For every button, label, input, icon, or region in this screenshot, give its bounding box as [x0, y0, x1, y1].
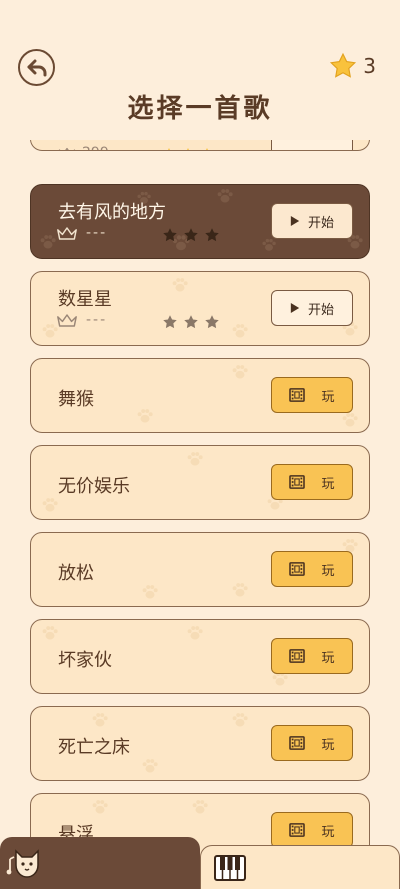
- star-icon: [200, 147, 214, 151]
- star-counter: 3: [329, 52, 376, 80]
- song-card[interactable]: 无价娱乐 玩: [30, 445, 370, 520]
- song-card[interactable]: 舞猴 玩: [30, 358, 370, 433]
- star-icon: [162, 314, 178, 330]
- song-card-partial[interactable]: 299: [30, 140, 370, 151]
- song-title: 坏家伙: [58, 650, 112, 671]
- star-icon: [181, 147, 195, 151]
- song-card[interactable]: 死亡之床 玩: [30, 706, 370, 781]
- crown-icon: [58, 147, 76, 151]
- partial-start-button[interactable]: [271, 140, 353, 150]
- song-card-selected[interactable]: 去有风的地方 --- 开始: [30, 184, 370, 259]
- star-icon: [204, 227, 220, 243]
- star-icon: [329, 52, 357, 80]
- song-stars: [162, 314, 220, 330]
- song-card[interactable]: 放松 玩: [30, 532, 370, 607]
- play-button[interactable]: 玩: [271, 464, 353, 500]
- tab-songs[interactable]: [0, 837, 200, 889]
- film-icon: [289, 475, 305, 489]
- song-score: ---: [86, 225, 108, 241]
- back-arrow-icon: [27, 59, 46, 76]
- start-button[interactable]: 开始: [271, 203, 353, 239]
- tab-piano[interactable]: [200, 845, 400, 889]
- partial-score: 299: [82, 145, 109, 150]
- song-card[interactable]: 数星星 --- 开始: [30, 271, 370, 346]
- film-icon: [289, 649, 305, 663]
- play-label: 玩: [321, 389, 335, 405]
- partial-stars: [162, 147, 214, 151]
- song-title: 死亡之床: [58, 737, 130, 758]
- film-icon: [289, 736, 305, 750]
- star-icon: [183, 227, 199, 243]
- song-title: 无价娱乐: [58, 476, 130, 497]
- crown-icon: [56, 313, 78, 328]
- play-label: 玩: [321, 650, 335, 666]
- song-title: 去有风的地方: [58, 202, 166, 223]
- piano-icon: [214, 855, 246, 881]
- song-card[interactable]: 坏家伙 玩: [30, 619, 370, 694]
- play-triangle-icon: [290, 302, 300, 314]
- play-button[interactable]: 玩: [271, 725, 353, 761]
- start-button[interactable]: 开始: [271, 290, 353, 326]
- song-title: 数星星: [58, 289, 112, 310]
- film-icon: [289, 823, 305, 837]
- song-score-row: ---: [56, 312, 107, 328]
- cat-music-icon: [6, 849, 39, 878]
- film-icon: [289, 388, 305, 402]
- page-title: 选择一首歌: [127, 94, 273, 124]
- star-count: 3: [363, 54, 376, 78]
- header-bar: 3 选择一首歌: [0, 0, 400, 140]
- crown-icon: [56, 226, 78, 241]
- song-list[interactable]: 299 去有风的地方 --- 开始: [0, 140, 400, 889]
- start-label: 开始: [307, 302, 334, 318]
- play-label: 玩: [321, 476, 335, 492]
- play-label: 玩: [321, 737, 335, 753]
- play-button[interactable]: 玩: [271, 638, 353, 674]
- play-label: 玩: [321, 563, 335, 579]
- bottom-tab-bar: [0, 837, 400, 889]
- song-title: 舞猴: [58, 389, 94, 410]
- star-icon: [162, 227, 178, 243]
- song-score-row: ---: [56, 225, 107, 241]
- play-button[interactable]: 玩: [271, 551, 353, 587]
- star-icon: [183, 314, 199, 330]
- star-icon: [162, 147, 176, 151]
- partial-score-row: 299: [58, 145, 109, 151]
- song-title: 放松: [58, 563, 94, 584]
- star-icon: [204, 314, 220, 330]
- play-triangle-icon: [290, 215, 300, 227]
- play-button[interactable]: 玩: [271, 377, 353, 413]
- song-score: ---: [86, 312, 108, 328]
- song-stars: [162, 227, 220, 243]
- start-label: 开始: [307, 215, 334, 231]
- back-button[interactable]: [18, 49, 55, 86]
- film-icon: [289, 562, 305, 576]
